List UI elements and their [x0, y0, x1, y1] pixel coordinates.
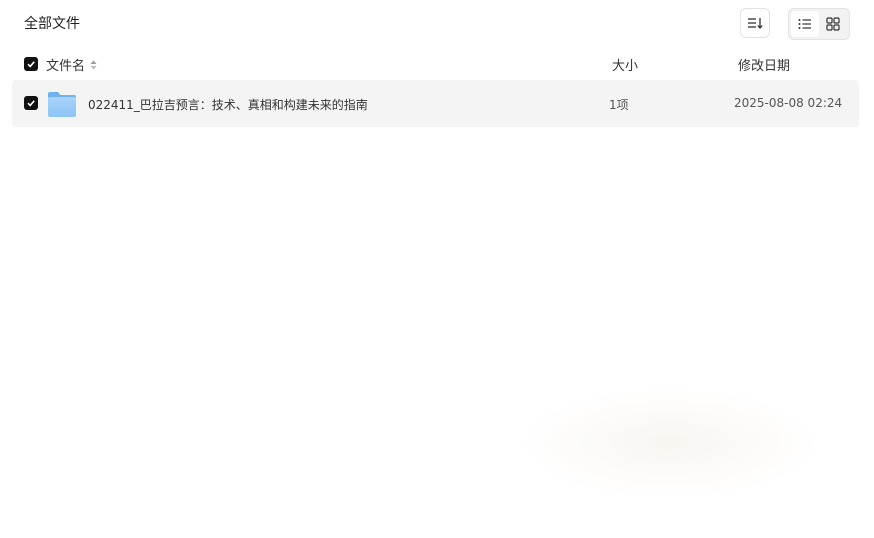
folder-icon — [48, 92, 76, 117]
sort-button[interactable] — [740, 8, 770, 38]
breadcrumb-title[interactable]: 全部文件 — [24, 16, 80, 32]
sort-arrows-icon — [90, 60, 97, 70]
breadcrumb: 全部文件 — [24, 14, 80, 34]
file-modified-date: 2025-08-08 02:24 — [734, 96, 843, 110]
select-all-checkbox[interactable] — [24, 57, 38, 71]
file-size: 1项 — [609, 98, 629, 112]
list-view-icon — [798, 19, 811, 29]
column-header-date[interactable]: 修改日期 — [738, 55, 790, 74]
checkmark-icon — [27, 100, 35, 107]
file-name[interactable]: 022411_巴拉吉预言：技术、真相和构建未来的指南 — [88, 96, 368, 113]
table-header: 文件名 大小 修改日期 — [0, 52, 874, 76]
row-checkbox[interactable] — [24, 96, 38, 110]
sort-icon — [748, 18, 763, 29]
column-header-size[interactable]: 大小 — [612, 55, 638, 74]
grid-view-icon — [826, 17, 840, 31]
grid-view-button[interactable] — [819, 11, 847, 37]
list-view-button[interactable] — [791, 11, 819, 37]
column-header-name[interactable]: 文件名 — [46, 55, 97, 74]
checkmark-icon — [27, 61, 35, 68]
column-header-name-label: 文件名 — [46, 59, 86, 74]
view-toggle — [788, 8, 850, 40]
table-row[interactable]: 022411_巴拉吉预言：技术、真相和构建未来的指南 1项 2025-08-08… — [12, 80, 859, 127]
background-glow — [520, 388, 820, 498]
